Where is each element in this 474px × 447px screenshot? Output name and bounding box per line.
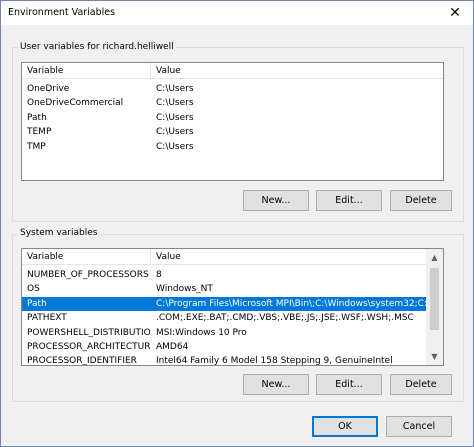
table-row[interactable]: Path C:\Users	[22, 111, 442, 125]
column-header-value[interactable]: Value	[151, 249, 428, 265]
cancel-button[interactable]: Cancel	[386, 416, 452, 437]
system-variables-list[interactable]: Variable Value NUMBER_OF_PROCESSORS 8 OS Wi…	[21, 248, 444, 366]
variable-value-cell: C:\Users	[156, 141, 194, 152]
table-row[interactable]: Path C:\Program Files\Microsoft MPI\Bin\;…	[22, 296, 426, 311]
variable-name-cell: PATHEXT	[27, 313, 67, 324]
system-variables-group-label: System variables	[18, 228, 100, 238]
title-bar[interactable]: Environment Variables ✕	[1, 1, 473, 25]
variable-name-cell: OneDriveCommercial	[27, 98, 124, 109]
environment-variables-dialog: Environment Variables ✕ User variables f…	[0, 0, 474, 447]
variable-value-cell: C:\Users	[156, 112, 194, 123]
table-row[interactable]: TMP C:\Users	[22, 140, 442, 154]
variable-value-cell: Windows_NT	[156, 284, 213, 295]
user-new-button[interactable]: New...	[243, 190, 309, 211]
variable-name-cell: PROCESSOR_IDENTIFIER	[27, 356, 137, 366]
user-edit-button[interactable]: Edit...	[316, 190, 382, 211]
user-variables-list-header: Variable Value	[22, 63, 443, 79]
variable-name-cell: PROCESSOR_ARCHITECTURE	[27, 342, 151, 352]
table-row[interactable]: PATHEXT .COM;.EXE;.BAT;.CMD;.VBS;.VBE;.JS…	[22, 311, 426, 325]
variable-name-cell: Path	[27, 112, 47, 123]
table-row[interactable]: POWERSHELL_DISTRIBUTIO... MSI:Windows 10 …	[22, 326, 426, 340]
table-row[interactable]: PROCESSOR_IDENTIFIER Intel64 Family 6 Mod…	[22, 354, 426, 366]
user-variables-group-label: User variables for richard.helliwell	[18, 42, 176, 52]
variable-name-cell: Path	[27, 298, 47, 309]
column-header-value[interactable]: Value	[151, 63, 443, 79]
user-variables-list[interactable]: Variable Value OneDrive C:\Users OneDriveC…	[21, 62, 444, 181]
system-delete-button[interactable]: Delete	[390, 374, 452, 395]
table-row[interactable]: OS Windows_NT	[22, 282, 426, 296]
variable-value-cell: C:\Users	[156, 98, 194, 109]
system-variables-scrollbar[interactable]: ▲ ▼	[426, 249, 443, 365]
system-edit-button[interactable]: Edit...	[316, 374, 382, 395]
variable-name-cell: NUMBER_OF_PROCESSORS	[27, 270, 149, 280]
system-variables-list-header: Variable Value	[22, 249, 443, 265]
variable-value-cell: C:\Users	[156, 84, 194, 94]
variable-value-cell: C:\Users	[156, 127, 194, 138]
column-header-variable[interactable]: Variable	[22, 249, 151, 265]
variable-name-cell: POWERSHELL_DISTRIBUTIO...	[27, 327, 151, 338]
variable-value-cell: C:\Program Files\Microsoft MPI\Bin\;C:\W…	[156, 298, 426, 309]
scroll-up-icon[interactable]: ▲	[426, 249, 443, 266]
variable-value-cell: MSI:Windows 10 Pro	[156, 327, 247, 338]
variable-value-cell: Intel64 Family 6 Model 158 Stepping 9, G…	[156, 356, 393, 366]
variable-value-cell: 8	[156, 270, 162, 280]
variable-value-cell: .COM;.EXE;.BAT;.CMD;.VBS;.VBE;.JS;.JSE;.…	[156, 313, 414, 324]
table-row[interactable]: PROCESSOR_ARCHITECTURE AMD64	[22, 340, 426, 354]
table-row[interactable]: TEMP C:\Users	[22, 125, 442, 139]
system-new-button[interactable]: New...	[243, 374, 309, 395]
scroll-down-icon[interactable]: ▼	[426, 348, 443, 365]
user-delete-button[interactable]: Delete	[390, 190, 452, 211]
close-icon[interactable]: ✕	[437, 1, 473, 25]
variable-name-cell: OS	[27, 284, 40, 295]
variable-name-cell: TMP	[27, 141, 46, 152]
scrollbar-thumb[interactable]	[430, 268, 439, 330]
column-header-variable[interactable]: Variable	[22, 63, 151, 79]
table-row[interactable]: OneDrive C:\Users	[22, 82, 442, 96]
window-title: Environment Variables	[8, 7, 116, 18]
variable-value-cell: AMD64	[156, 342, 189, 352]
table-row[interactable]: OneDriveCommercial C:\Users	[22, 96, 442, 110]
ok-button[interactable]: OK	[312, 416, 378, 437]
variable-name-cell: OneDrive	[27, 84, 70, 94]
variable-name-cell: TEMP	[27, 127, 52, 138]
table-row[interactable]: NUMBER_OF_PROCESSORS 8	[22, 268, 426, 282]
